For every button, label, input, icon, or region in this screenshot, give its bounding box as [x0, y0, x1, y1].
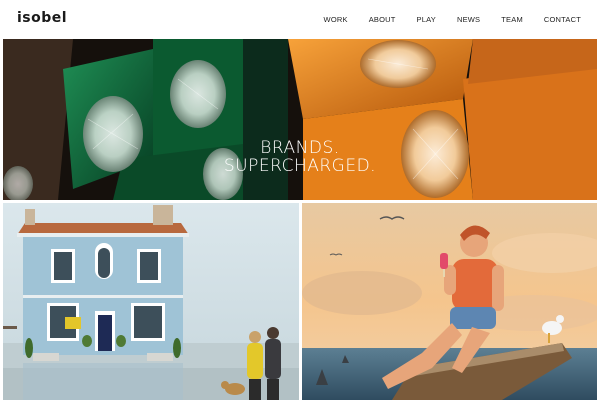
nav-item-work[interactable]: WORK — [324, 15, 348, 24]
site-header: isobel WORK ABOUT PLAY NEWS TEAM CONTACT — [0, 0, 600, 38]
hero-banner[interactable]: BRANDS. SUPERCHARGED. — [3, 39, 597, 200]
nav-item-contact[interactable]: CONTACT — [544, 15, 581, 24]
nav-item-news[interactable]: NEWS — [457, 15, 480, 24]
hero-tagline-line1: BRANDS. — [260, 138, 340, 158]
house-image — [3, 203, 299, 400]
nav-item-team[interactable]: TEAM — [501, 15, 523, 24]
hero-tagline: BRANDS. SUPERCHARGED. — [203, 139, 397, 175]
site-logo[interactable]: isobel — [17, 10, 67, 26]
hero-tagline-line2: SUPERCHARGED. — [223, 156, 377, 176]
work-tile-house[interactable] — [3, 203, 299, 400]
work-tile-seaside[interactable] — [302, 203, 597, 400]
seaside-image — [302, 203, 597, 400]
main-nav: WORK ABOUT PLAY NEWS TEAM CONTACT — [303, 15, 581, 24]
nav-item-play[interactable]: PLAY — [417, 15, 436, 24]
nav-item-about[interactable]: ABOUT — [369, 15, 396, 24]
